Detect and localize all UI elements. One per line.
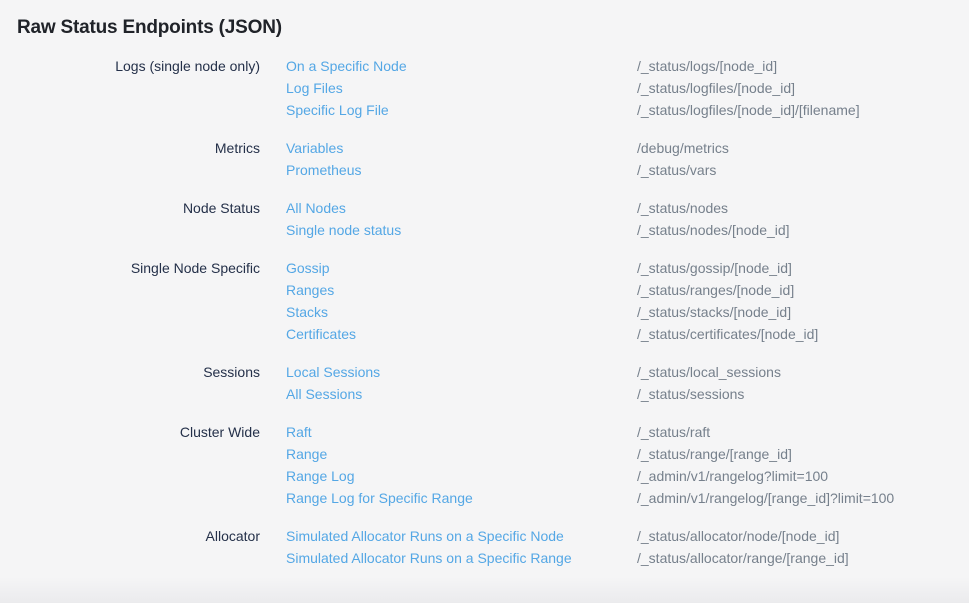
endpoint-link[interactable]: Local Sessions <box>286 361 637 383</box>
endpoint-path: /_status/allocator/node/[node_id] <box>637 525 839 547</box>
endpoint-path: /_status/range/[range_id] <box>637 443 792 465</box>
endpoint-path: /_status/certificates/[node_id] <box>637 323 818 345</box>
category-label: Cluster Wide <box>0 421 260 443</box>
endpoint-path: /_admin/v1/rangelog/[range_id]?limit=100 <box>637 487 894 509</box>
endpoint-row: Ranges /_status/ranges/[node_id] <box>286 279 969 301</box>
endpoint-row: All Sessions /_status/sessions <box>286 383 969 405</box>
endpoint-link[interactable]: Range Log for Specific Range <box>286 487 637 509</box>
endpoint-row: Stacks /_status/stacks/[node_id] <box>286 301 969 323</box>
endpoint-path: /_status/logs/[node_id] <box>637 55 777 77</box>
endpoint-row: Raft /_status/raft <box>286 421 969 443</box>
endpoint-rows: Variables /debug/metrics Prometheus /_st… <box>286 137 969 181</box>
endpoint-link[interactable]: Gossip <box>286 257 637 279</box>
category-label: Logs (single node only) <box>0 55 260 77</box>
endpoint-link[interactable]: Range <box>286 443 637 465</box>
endpoint-link[interactable]: Stacks <box>286 301 637 323</box>
endpoint-path: /_status/logfiles/[node_id]/[filename] <box>637 99 860 121</box>
endpoint-row: Log Files /_status/logfiles/[node_id] <box>286 77 969 99</box>
endpoint-path: /debug/metrics <box>637 137 729 159</box>
category-label: Single Node Specific <box>0 257 260 279</box>
endpoint-row: Prometheus /_status/vars <box>286 159 969 181</box>
endpoint-group: Metrics Variables /debug/metrics Prometh… <box>0 137 969 181</box>
endpoint-rows: Simulated Allocator Runs on a Specific N… <box>286 525 969 569</box>
endpoint-row: Range Log /_admin/v1/rangelog?limit=100 <box>286 465 969 487</box>
category-label: Sessions <box>0 361 260 383</box>
endpoint-row: Simulated Allocator Runs on a Specific N… <box>286 525 969 547</box>
endpoint-rows: Gossip /_status/gossip/[node_id] Ranges … <box>286 257 969 345</box>
category-label: Metrics <box>0 137 260 159</box>
endpoint-link[interactable]: Raft <box>286 421 637 443</box>
endpoint-group: Allocator Simulated Allocator Runs on a … <box>0 525 969 569</box>
endpoint-link[interactable]: Log Files <box>286 77 637 99</box>
endpoint-link[interactable]: Simulated Allocator Runs on a Specific R… <box>286 547 637 569</box>
endpoint-link[interactable]: Certificates <box>286 323 637 345</box>
endpoint-path: /_status/sessions <box>637 383 744 405</box>
endpoint-link[interactable]: Specific Log File <box>286 99 637 121</box>
endpoint-path: /_admin/v1/rangelog?limit=100 <box>637 465 828 487</box>
endpoint-link[interactable]: Variables <box>286 137 637 159</box>
endpoint-row: Variables /debug/metrics <box>286 137 969 159</box>
endpoint-path: /_status/nodes <box>637 197 728 219</box>
endpoint-rows: On a Specific Node /_status/logs/[node_i… <box>286 55 969 121</box>
endpoint-row: Range /_status/range/[range_id] <box>286 443 969 465</box>
endpoint-row: Single node status /_status/nodes/[node_… <box>286 219 969 241</box>
endpoint-link[interactable]: Simulated Allocator Runs on a Specific N… <box>286 525 637 547</box>
endpoint-group: Node Status All Nodes /_status/nodes Sin… <box>0 197 969 241</box>
category-label: Node Status <box>0 197 260 219</box>
endpoint-rows: All Nodes /_status/nodes Single node sta… <box>286 197 969 241</box>
endpoint-row: On a Specific Node /_status/logs/[node_i… <box>286 55 969 77</box>
endpoint-path: /_status/raft <box>637 421 710 443</box>
endpoint-link[interactable]: All Nodes <box>286 197 637 219</box>
endpoint-group: Cluster Wide Raft /_status/raft Range /_… <box>0 421 969 509</box>
endpoint-path: /_status/allocator/range/[range_id] <box>637 547 849 569</box>
endpoint-row: Simulated Allocator Runs on a Specific R… <box>286 547 969 569</box>
endpoint-row: Specific Log File /_status/logfiles/[nod… <box>286 99 969 121</box>
endpoint-row: Gossip /_status/gossip/[node_id] <box>286 257 969 279</box>
endpoint-path: /_status/stacks/[node_id] <box>637 301 791 323</box>
page-title: Raw Status Endpoints (JSON) <box>17 15 969 41</box>
debug-page: Raw Status Endpoints (JSON) Logs (single… <box>0 0 969 603</box>
endpoint-path: /_status/vars <box>637 159 716 181</box>
endpoint-group: Single Node Specific Gossip /_status/gos… <box>0 257 969 345</box>
endpoint-link[interactable]: Prometheus <box>286 159 637 181</box>
endpoint-row: Local Sessions /_status/local_sessions <box>286 361 969 383</box>
endpoint-path: /_status/gossip/[node_id] <box>637 257 792 279</box>
bottom-fade <box>0 577 969 603</box>
endpoint-link[interactable]: On a Specific Node <box>286 55 637 77</box>
endpoint-link[interactable]: Ranges <box>286 279 637 301</box>
endpoint-link[interactable]: Single node status <box>286 219 637 241</box>
endpoint-group: Logs (single node only) On a Specific No… <box>0 55 969 121</box>
endpoint-rows: Local Sessions /_status/local_sessions A… <box>286 361 969 405</box>
endpoint-row: Range Log for Specific Range /_admin/v1/… <box>286 487 969 509</box>
category-label: Allocator <box>0 525 260 547</box>
endpoint-group: Sessions Local Sessions /_status/local_s… <box>0 361 969 405</box>
endpoint-path: /_status/local_sessions <box>637 361 781 383</box>
endpoint-path: /_status/nodes/[node_id] <box>637 219 790 241</box>
endpoint-rows: Raft /_status/raft Range /_status/range/… <box>286 421 969 509</box>
endpoint-row: Certificates /_status/certificates/[node… <box>286 323 969 345</box>
endpoint-path: /_status/ranges/[node_id] <box>637 279 794 301</box>
endpoint-path: /_status/logfiles/[node_id] <box>637 77 795 99</box>
endpoint-link[interactable]: All Sessions <box>286 383 637 405</box>
endpoint-list: Logs (single node only) On a Specific No… <box>0 55 969 569</box>
endpoint-link[interactable]: Range Log <box>286 465 637 487</box>
endpoint-row: All Nodes /_status/nodes <box>286 197 969 219</box>
